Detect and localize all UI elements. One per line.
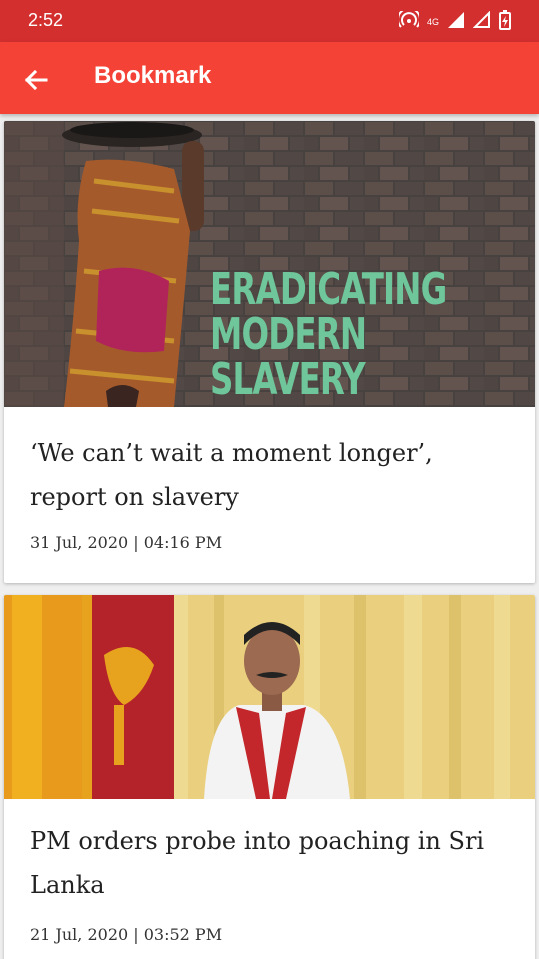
back-button[interactable] (20, 64, 52, 96)
article-date: 31 Jul, 2020 | 04:16 PM (30, 533, 223, 552)
article-date: 21 Jul, 2020 | 03:52 PM (30, 925, 223, 944)
network-type-label: 4G (426, 16, 439, 27)
status-bar: 2:52 4G (0, 0, 539, 42)
overlay-line: ERADICATING (210, 264, 447, 315)
app-bar: Bookmark (0, 42, 539, 114)
status-time: 2:52 (28, 10, 64, 30)
article-thumbnail: ERADICATING MODERN SLAVERY (4, 121, 535, 407)
page-title: Bookmark (94, 62, 212, 89)
overlay-line: MODERN (210, 309, 367, 360)
pm-photo (4, 595, 535, 799)
article-headline[interactable]: ‘We can’t wait a moment longer’, report … (30, 431, 510, 519)
signal-full-icon (447, 11, 465, 33)
status-icons: 4G (396, 7, 511, 34)
battery-charging-icon (499, 10, 511, 34)
bookmark-card[interactable]: ERADICATING MODERN SLAVERY ‘We can’t wai… (4, 121, 535, 583)
image-overlay-text: ERADICATING MODERN SLAVERY (210, 267, 456, 402)
bookmark-list[interactable]: ERADICATING MODERN SLAVERY ‘We can’t wai… (0, 114, 539, 959)
signal-empty-icon (472, 10, 491, 33)
article-headline[interactable]: PM orders probe into poaching in Sri Lan… (30, 819, 510, 907)
bookmark-card[interactable]: PM orders probe into poaching in Sri Lan… (4, 595, 535, 959)
arrow-left-icon (24, 69, 48, 91)
article-thumbnail (4, 595, 535, 799)
overlay-line: SLAVERY (210, 354, 366, 405)
hotspot-icon (396, 7, 421, 33)
